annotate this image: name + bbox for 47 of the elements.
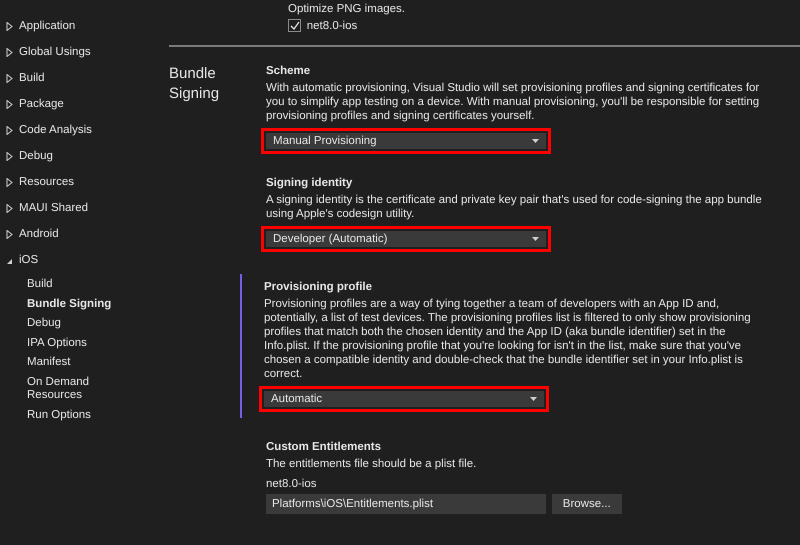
expand-icon	[6, 126, 13, 134]
setting-description: With automatic provisioning, Visual Studio will set provisioning profiles and signing certificates for you to simplify app testing on a device. With manual provisioning, you'll be responsible for setting provisioning profiles and signing certificates yourself.	[266, 80, 760, 123]
expand-icon	[6, 48, 13, 56]
expand-icon	[6, 178, 13, 186]
sidebar-item[interactable]: Code Analysis	[0, 117, 150, 143]
checkbox[interactable]	[288, 19, 301, 32]
caret-icon	[532, 236, 539, 241]
dropdown[interactable]: Developer (Automatic)	[261, 226, 551, 252]
sidebar-item[interactable]: Debug	[27, 314, 119, 334]
expand-icon	[6, 230, 13, 238]
expand-icon	[6, 100, 13, 108]
setting-label: Custom Entitlements	[266, 440, 382, 454]
setting-description: Provisioning profiles are a way of tying together a team of developers with an App ID and, potentially, a list of test devices. The provisioning profiles list is filtered to only show provisioning profiles that match both the chosen identity and the App ID (aka bundle identifier) set in the Info.plist. If the provisioning profile that you're looking for isn't in the list, make sure that you've chosen a compatible identity and double-check that the bundle identifier set in your Info.plist is correct.	[264, 296, 752, 381]
sidebar-item[interactable]: Application	[0, 13, 150, 39]
sidebar-item[interactable]: Global Usings	[0, 39, 150, 65]
expand-icon	[6, 22, 13, 30]
expand-icon	[6, 204, 13, 212]
dropdown[interactable]: Automatic	[259, 386, 549, 412]
sidebar-item[interactable]: Package	[0, 91, 150, 117]
sidebar-item[interactable]: Build	[0, 65, 150, 91]
setting-label: Signing identity	[266, 176, 352, 190]
setting-label: Scheme	[266, 64, 310, 78]
setting-description: Optimize PNG images.	[288, 2, 406, 16]
expand-icon	[6, 74, 13, 82]
sidebar-item[interactable]: On Demand Resources	[27, 372, 119, 406]
setting-description: The entitlements file should be a plist file.	[266, 456, 478, 471]
sidebar-item[interactable]: IPA Options	[27, 334, 119, 353]
setting-description: A signing identity is the certificate and private key pair that's used for code-signing the app bundle using Apple's codesign utility.	[266, 192, 763, 221]
caret-icon	[530, 396, 537, 401]
sidebar-item[interactable]: Bundle Signing	[27, 294, 119, 314]
checkbox-label: net8.0-ios	[306, 18, 358, 33]
sidebar-item[interactable]: Build	[27, 275, 119, 294]
section-title: Bundle Signing	[169, 64, 220, 104]
expand-icon	[6, 152, 13, 160]
target-label: net8.0-ios	[266, 476, 318, 491]
caret-icon	[532, 138, 539, 143]
path-field[interactable]: Platforms\iOS\Entitlements.plist	[266, 494, 546, 514]
sidebar-item[interactable]: Debug	[0, 143, 150, 169]
sidebar-item[interactable]: Run Options	[27, 406, 119, 425]
sidebar-item[interactable]: iOS	[0, 247, 150, 273]
sidebar-item[interactable]: Android	[0, 221, 150, 247]
sidebar-item[interactable]: Resources	[0, 169, 150, 195]
browse-button[interactable]: Browse...	[552, 494, 622, 514]
sidebar-item[interactable]: Manifest	[27, 353, 119, 372]
dropdown[interactable]: Manual Provisioning	[261, 128, 551, 154]
sidebar-item[interactable]: MAUI Shared	[0, 195, 150, 221]
setting-label: Provisioning profile	[264, 280, 372, 294]
